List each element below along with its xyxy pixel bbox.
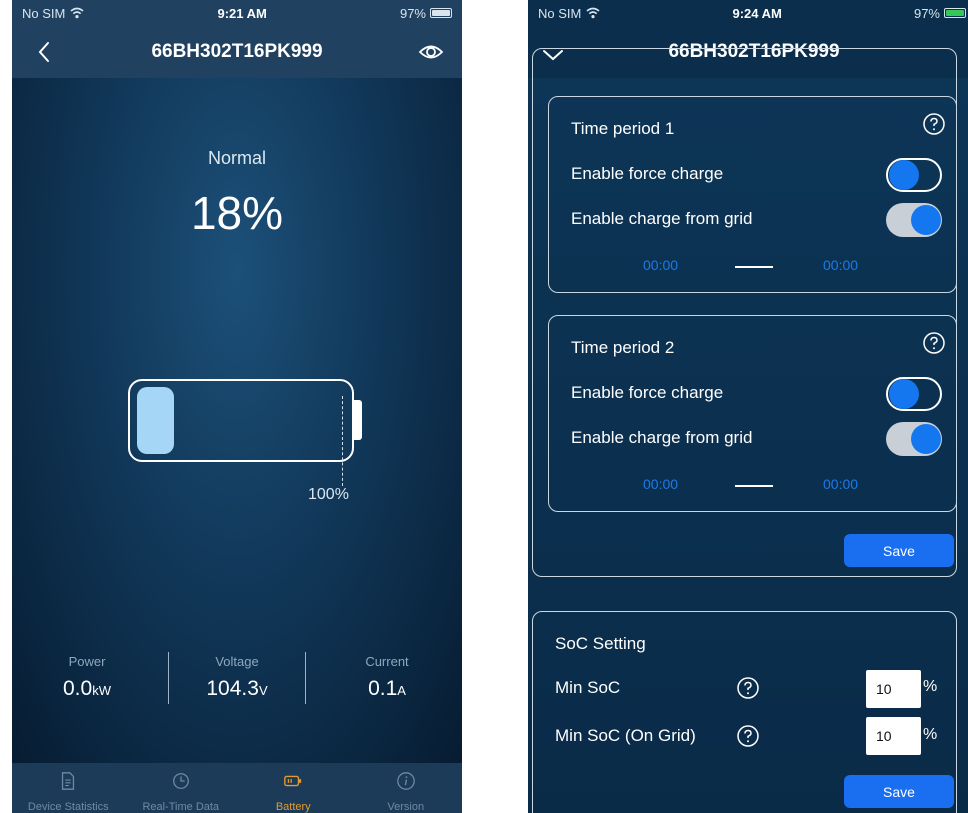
battery-status-text: Normal	[207, 148, 266, 168]
force-charge-toggle[interactable]	[886, 377, 942, 411]
device-title: 66BH302T16PK999	[151, 41, 323, 62]
carrier-label: No SIM	[22, 5, 66, 21]
tab-real-time-data[interactable]: Real-Time Data	[125, 763, 238, 813]
tab-label: Real-Time Data	[142, 801, 220, 813]
start-time[interactable]: 00:00	[643, 257, 678, 273]
question-icon[interactable]	[922, 331, 946, 355]
battery-percent-label: 97%	[399, 5, 426, 21]
force-charge-label: Enable force charge	[571, 164, 724, 183]
settings-scroll-area[interactable]: Time period 1 Enable force charge Enable…	[528, 48, 968, 813]
info-icon	[396, 772, 415, 790]
chevron-left-icon[interactable]	[32, 39, 58, 65]
tab-label: Battery	[275, 801, 311, 813]
tab-version[interactable]: Version	[350, 763, 463, 813]
battery-percent: 18%	[190, 187, 284, 239]
question-icon[interactable]	[736, 724, 760, 748]
metric-unit: V	[258, 683, 268, 698]
battery-cap	[354, 400, 362, 440]
soc-setting-card: SoC Setting Min SoC 10 % Min SoC (On Gri…	[532, 611, 957, 813]
clock-icon	[172, 773, 189, 789]
grid-charge-toggle[interactable]	[886, 422, 942, 456]
min-soc-grid-unit: %	[923, 726, 938, 743]
document-icon	[62, 772, 75, 790]
metric-value: 0.1A	[368, 677, 406, 700]
wifi-icon	[586, 7, 600, 19]
start-time[interactable]: 00:00	[643, 476, 678, 492]
carrier-label: No SIM	[538, 5, 582, 21]
metric-divider	[168, 652, 169, 704]
metric-value: 104.3V	[206, 677, 268, 700]
metric-value: 0.0kW	[63, 677, 111, 700]
status-bar: No SIM 9:21 AM 97%	[12, 0, 462, 26]
grid-charge-toggle[interactable]	[886, 203, 942, 237]
battery-panel: Normal 18% 100% Power 0.0kW Voltage 104.…	[12, 78, 462, 763]
metric-unit: kW	[92, 683, 111, 698]
min-soc-grid-input[interactable]: 10	[866, 717, 921, 755]
min-soc-label: Min SoC	[555, 678, 621, 697]
metric-label: Voltage	[215, 654, 259, 669]
metrics-row: Power 0.0kW Voltage 104.3V Current 0.1A	[12, 648, 462, 708]
eye-icon[interactable]	[418, 39, 444, 65]
min-soc-input[interactable]: 10	[866, 670, 921, 708]
status-battery-icon	[944, 8, 966, 18]
metric-power: Power 0.0kW	[12, 648, 162, 708]
status-battery-icon	[430, 8, 452, 18]
question-icon[interactable]	[736, 676, 760, 700]
full-charge-label: 100%	[308, 486, 349, 503]
time-period-card: Time period 1 Enable force charge Enable…	[548, 96, 957, 293]
question-icon[interactable]	[922, 112, 946, 136]
time-period-card: Time period 2 Enable force charge Enable…	[548, 315, 957, 512]
wifi-icon	[70, 7, 84, 19]
battery-percent-label: 97%	[913, 5, 940, 21]
metric-voltage: Voltage 104.3V	[162, 648, 312, 708]
status-bar: No SIM 9:24 AM 97%	[528, 0, 968, 26]
charge-settings-phone: No SIM 9:24 AM 97% 66BH302T16PK999 Time …	[528, 0, 968, 813]
battery-icon	[284, 775, 302, 787]
time-separator	[735, 485, 773, 487]
metric-label: Power	[68, 654, 106, 669]
battery-graphic	[128, 379, 354, 462]
end-time[interactable]: 00:00	[823, 257, 858, 273]
clock-time: 9:24 AM	[732, 5, 782, 21]
force-charge-toggle[interactable]	[886, 158, 942, 192]
tab-device-statistics[interactable]: Device Statistics	[12, 763, 125, 813]
tab-label: Version	[387, 801, 425, 813]
tab-battery[interactable]: Battery	[237, 763, 350, 813]
metric-current: Current 0.1A	[312, 648, 462, 708]
soc-title: SoC Setting	[555, 634, 646, 653]
force-charge-card: Time period 1 Enable force charge Enable…	[532, 48, 957, 577]
tab-label: Device Statistics	[27, 801, 109, 813]
period-title: Time period 2	[571, 338, 675, 357]
metric-divider	[305, 652, 306, 704]
min-soc-unit: %	[923, 678, 938, 695]
metric-unit: A	[397, 683, 406, 698]
nav-bar: 66BH302T16PK999	[12, 26, 462, 78]
full-charge-marker	[342, 396, 343, 486]
battery-screen-phone: No SIM 9:21 AM 97% 66BH302T16PK999 Norma…	[12, 0, 462, 813]
min-soc-grid-label: Min SoC (On Grid)	[555, 726, 696, 745]
save-button[interactable]: Save	[844, 534, 954, 567]
end-time[interactable]: 00:00	[823, 476, 858, 492]
grid-charge-label: Enable charge from grid	[571, 209, 753, 228]
clock-time: 9:21 AM	[217, 5, 267, 21]
grid-charge-label: Enable charge from grid	[571, 428, 753, 447]
metric-label: Current	[365, 654, 409, 669]
battery-level-fill	[137, 387, 174, 454]
force-charge-label: Enable force charge	[571, 383, 724, 402]
period-title: Time period 1	[571, 119, 675, 138]
tab-bar: Device Statistics Real-Time Data Battery	[12, 763, 462, 813]
time-separator	[735, 266, 773, 268]
soc-save-button[interactable]: Save	[844, 775, 954, 808]
